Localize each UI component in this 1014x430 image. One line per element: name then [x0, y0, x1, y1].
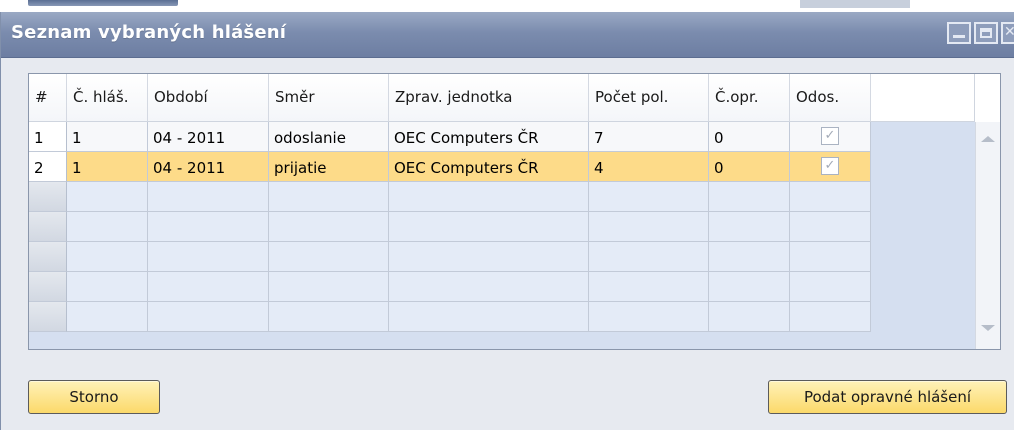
maximize-icon[interactable]	[974, 22, 998, 44]
empty-cell[interactable]	[790, 272, 871, 302]
grid-body: 1 1 04 - 2011 odoslanie OEC Computers ČR…	[29, 122, 975, 349]
empty-cell[interactable]	[589, 272, 709, 302]
window-title: Seznam vybraných hlášení	[11, 22, 287, 43]
cell-item-count[interactable]: 7	[589, 122, 709, 152]
row-handle[interactable]	[29, 242, 67, 272]
cell-item-count[interactable]: 4	[589, 152, 709, 182]
empty-cell[interactable]	[709, 242, 790, 272]
row-number[interactable]: 2	[29, 152, 67, 182]
empty-cell[interactable]	[709, 182, 790, 212]
grid-header: # Č. hláš. Období Směr Zprav. jednotka P…	[29, 74, 1000, 122]
empty-cell[interactable]	[269, 272, 389, 302]
column-header-item-count[interactable]: Počet pol.	[589, 74, 709, 122]
background-window-fragment	[28, 0, 178, 6]
cell-sent: ✓	[790, 152, 871, 182]
empty-cell[interactable]	[269, 242, 389, 272]
empty-cell[interactable]	[148, 302, 269, 332]
close-icon[interactable]	[1001, 22, 1014, 44]
column-header-correction-no[interactable]: Č.opr.	[709, 74, 790, 122]
report-list-window: Seznam vybraných hlášení # Č. hláš. Obdo…	[0, 12, 1014, 430]
empty-cell[interactable]	[148, 242, 269, 272]
empty-cell[interactable]	[148, 272, 269, 302]
empty-cell[interactable]	[67, 182, 148, 212]
empty-row[interactable]	[29, 302, 871, 332]
empty-cell[interactable]	[67, 212, 148, 242]
sent-checkbox[interactable]: ✓	[821, 127, 839, 145]
empty-cell[interactable]	[67, 272, 148, 302]
cell-direction[interactable]: prijatie	[269, 152, 389, 182]
cell-period[interactable]: 04 - 2011	[148, 122, 269, 152]
title-bar[interactable]: Seznam vybraných hlášení	[1, 12, 1014, 58]
window-controls	[947, 22, 1014, 44]
sent-checkbox[interactable]: ✓	[821, 157, 839, 175]
cell-report-no[interactable]: 1	[67, 122, 148, 152]
empty-cell[interactable]	[589, 182, 709, 212]
scroll-up-icon[interactable]	[981, 136, 995, 142]
empty-cell[interactable]	[389, 272, 589, 302]
cell-period[interactable]: 04 - 2011	[148, 152, 269, 182]
vertical-scrollbar[interactable]	[975, 122, 1000, 349]
empty-cell[interactable]	[790, 212, 871, 242]
empty-cell[interactable]	[67, 242, 148, 272]
empty-cell[interactable]	[269, 212, 389, 242]
check-icon: ✓	[824, 128, 836, 143]
empty-cell[interactable]	[589, 302, 709, 332]
column-header-report-no[interactable]: Č. hláš.	[67, 74, 148, 122]
empty-row[interactable]	[29, 242, 871, 272]
cell-reporting-unit[interactable]: OEC Computers ČR	[389, 122, 589, 152]
column-header-period[interactable]: Období	[148, 74, 269, 122]
row-handle[interactable]	[29, 182, 67, 212]
minimize-icon[interactable]	[947, 22, 971, 44]
empty-row[interactable]	[29, 272, 871, 302]
empty-cell[interactable]	[148, 182, 269, 212]
empty-cell[interactable]	[589, 242, 709, 272]
empty-row[interactable]	[29, 212, 871, 242]
empty-cell[interactable]	[389, 182, 589, 212]
cell-report-no[interactable]: 1	[67, 152, 148, 182]
cell-direction[interactable]: odoslanie	[269, 122, 389, 152]
submit-correction-button[interactable]: Podat opravné hlášení	[768, 380, 1007, 414]
row-handle[interactable]	[29, 212, 67, 242]
cell-reporting-unit[interactable]: OEC Computers ČR	[389, 152, 589, 182]
grid-empty-area	[871, 122, 975, 349]
scroll-down-icon[interactable]	[981, 325, 995, 331]
empty-cell[interactable]	[709, 212, 790, 242]
empty-cell[interactable]	[389, 212, 589, 242]
empty-row[interactable]	[29, 182, 871, 212]
table-row-selected[interactable]: 2 1 04 - 2011 prijatie OEC Computers ČR …	[29, 152, 871, 182]
column-header-direction[interactable]: Směr	[269, 74, 389, 122]
header-filler	[871, 74, 975, 122]
column-header-reporting-unit[interactable]: Zprav. jednotka	[389, 74, 589, 122]
empty-cell[interactable]	[269, 302, 389, 332]
empty-cell[interactable]	[389, 242, 589, 272]
row-number[interactable]: 1	[29, 122, 67, 152]
cell-correction-no[interactable]: 0	[709, 152, 790, 182]
row-handle[interactable]	[29, 272, 67, 302]
cancel-button[interactable]: Storno	[28, 380, 160, 414]
column-header-sent[interactable]: Odos.	[790, 74, 871, 122]
background-strip	[0, 0, 1014, 12]
empty-cell[interactable]	[709, 272, 790, 302]
empty-cell[interactable]	[709, 302, 790, 332]
empty-cell[interactable]	[790, 182, 871, 212]
empty-cell[interactable]	[790, 242, 871, 272]
empty-cell[interactable]	[589, 212, 709, 242]
empty-cell[interactable]	[790, 302, 871, 332]
empty-cell[interactable]	[269, 182, 389, 212]
check-icon: ✓	[824, 158, 836, 173]
empty-cell[interactable]	[148, 212, 269, 242]
empty-cell[interactable]	[389, 302, 589, 332]
background-window-fragment-right	[800, 0, 910, 8]
column-header-number[interactable]: #	[29, 74, 67, 122]
cell-sent: ✓	[790, 122, 871, 152]
empty-cell[interactable]	[67, 302, 148, 332]
reports-grid: # Č. hláš. Období Směr Zprav. jednotka P…	[28, 73, 1001, 350]
cell-correction-no[interactable]: 0	[709, 122, 790, 152]
table-row[interactable]: 1 1 04 - 2011 odoslanie OEC Computers ČR…	[29, 122, 871, 152]
row-handle[interactable]	[29, 302, 67, 332]
